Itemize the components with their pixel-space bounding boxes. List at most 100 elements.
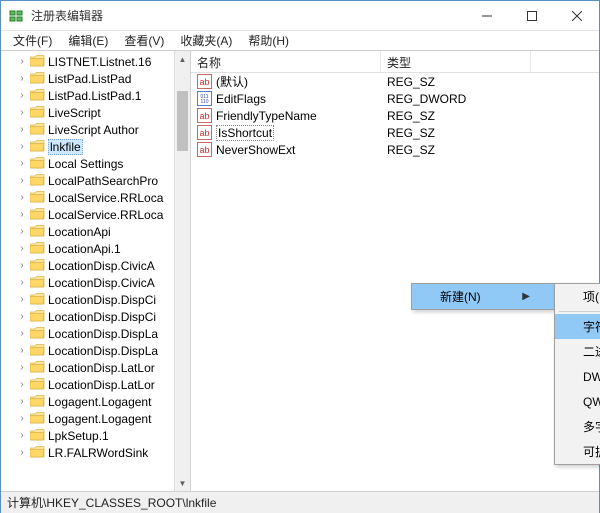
context-menu-new[interactable]: 新建(N) ▶ [412,284,554,309]
tree-item[interactable]: › LocationDisp.LatLor [1,376,190,393]
tree-item-label: LocationApi [48,225,111,239]
tree-item[interactable]: ›LocationDisp.CivicA [1,257,190,274]
tree-item-label: Logagent.Logagent [48,412,151,426]
expander-icon[interactable]: › [16,362,28,373]
value-type-icon: ab [197,125,212,140]
tree-item[interactable]: › LocationApi [1,223,190,240]
tree-item[interactable]: ›Logagent.Logagent [1,393,190,410]
expander-icon[interactable]: › [16,192,28,203]
value-type-icon: ab [197,108,212,123]
value-list[interactable]: ab(默认)REG_SZ011110EditFlagsREG_DWORDabFr… [191,73,599,158]
tree-item[interactable]: › Logagent.Logagent [1,410,190,427]
tree-item-label: LocationDisp.CivicA [48,276,155,290]
tree-item[interactable]: ›LocalService.RRLoca [1,189,190,206]
tree-item[interactable]: › LocationDisp.DispLa [1,342,190,359]
submenu-string[interactable]: 字符串值(S) [555,314,600,339]
scroll-down-icon[interactable]: ▼ [175,475,190,491]
close-button[interactable] [554,1,599,31]
submenu-multi[interactable]: 多字符串值(M) [555,414,600,439]
submenu-arrow-icon: ▶ [522,291,530,302]
expander-icon[interactable]: › [16,260,28,271]
submenu-binary[interactable]: 二进制值(B) [555,339,600,364]
submenu-expand[interactable]: 可扩充字符串值(E) [555,439,600,464]
expander-icon[interactable]: › [16,141,28,152]
menu-file[interactable]: 文件(F) [5,30,60,51]
value-type-cell: REG_SZ [381,109,531,123]
tree-item[interactable]: ›lnkfile [1,138,190,155]
expander-icon[interactable]: › [16,294,28,305]
value-name-cell: abIsShortcut [191,125,381,141]
tree-item[interactable]: › LocalService.RRLoca [1,206,190,223]
expander-icon[interactable]: › [16,413,28,424]
maximize-button[interactable] [509,1,554,31]
value-name-cell: ab (默认) [191,73,381,90]
tree-item[interactable]: ›LocalPathSearchPro [1,172,190,189]
expander-icon[interactable]: › [16,430,28,441]
minimize-button[interactable] [464,1,509,31]
folder-icon [30,225,45,238]
folder-icon [30,259,45,272]
submenu-key[interactable]: 项(K) [555,284,600,309]
expander-icon[interactable]: › [16,56,28,67]
expander-icon[interactable]: › [16,90,28,101]
expander-icon[interactable]: › [16,277,28,288]
expander-icon[interactable]: › [16,379,28,390]
tree-item[interactable]: ›LocationDisp.DispCi [1,291,190,308]
list-row[interactable]: ab(默认)REG_SZ [191,73,599,90]
tree-pane: ›LISTNET.Listnet.16›ListPad.ListPad›List… [1,51,191,491]
registry-tree[interactable]: ›LISTNET.Listnet.16›ListPad.ListPad›List… [1,51,190,463]
tree-item[interactable]: ›LISTNET.Listnet.16 [1,53,190,70]
context-menu-new-label: 新建(N) [440,288,481,305]
tree-item-label: LocationDisp.DispLa [48,344,158,358]
tree-item-label: LocationDisp.LatLor [48,378,155,392]
svg-text:ab: ab [199,111,209,121]
svg-text:ab: ab [199,77,209,87]
menu-favorites[interactable]: 收藏夹(A) [172,30,240,51]
tree-item[interactable]: ›Local Settings [1,155,190,172]
submenu-qword[interactable]: QWORD (64 位)值(Q) [555,389,600,414]
expander-icon[interactable]: › [16,311,28,322]
list-row[interactable]: abIsShortcutREG_SZ [191,124,599,141]
list-row[interactable]: 011110EditFlagsREG_DWORD [191,90,599,107]
expander-icon[interactable]: › [16,209,28,220]
expander-icon[interactable]: › [16,158,28,169]
expander-icon[interactable]: › [16,396,28,407]
expander-icon[interactable]: › [16,73,28,84]
tree-item[interactable]: › LpkSetup.1 [1,427,190,444]
list-row[interactable]: ab FriendlyTypeName REG_SZ [191,107,599,124]
tree-item[interactable]: ›ListPad.ListPad [1,70,190,87]
expander-icon[interactable]: › [16,175,28,186]
expander-icon[interactable]: › [16,226,28,237]
submenu-dword[interactable]: DWORD (32 位)值(D) [555,364,600,389]
tree-item-label: LpkSetup.1 [48,429,109,443]
tree-item[interactable]: › LocationDisp.CivicA [1,274,190,291]
list-row[interactable]: abNeverShowExtREG_SZ [191,141,599,158]
tree-item[interactable]: ›LR.FALRWordSink [1,444,190,461]
tree-item-label: LocalService.RRLoca [48,208,163,222]
value-name-label: (默认) [216,73,248,90]
tree-item[interactable]: ›LiveScript [1,104,190,121]
tree-item[interactable]: ›LiveScript Author [1,121,190,138]
scroll-up-icon[interactable]: ▲ [175,51,190,67]
menu-help[interactable]: 帮助(H) [240,30,297,51]
menu-view[interactable]: 查看(V) [116,30,172,51]
folder-icon [30,412,45,425]
expander-icon[interactable]: › [16,107,28,118]
tree-item[interactable]: ›LocationDisp.DispLa [1,325,190,342]
tree-item[interactable]: ›ListPad.ListPad.1 [1,87,190,104]
tree-item[interactable]: ›LocationDisp.LatLor [1,359,190,376]
value-name-label: FriendlyTypeName [216,109,317,123]
scroll-thumb[interactable] [177,91,188,151]
tree-item[interactable]: ›LocationApi.1 [1,240,190,257]
expander-icon[interactable]: › [16,447,28,458]
tree-item[interactable]: ›LocationDisp.DispCi [1,308,190,325]
menu-edit[interactable]: 编辑(E) [60,30,116,51]
tree-scrollbar[interactable]: ▲ ▼ [174,51,190,491]
expander-icon[interactable]: › [16,124,28,135]
expander-icon[interactable]: › [16,328,28,339]
folder-icon [30,429,45,442]
expander-icon[interactable]: › [16,345,28,356]
column-name[interactable]: 名称 [191,51,381,72]
expander-icon[interactable]: › [16,243,28,254]
column-type[interactable]: 类型 [381,51,531,72]
